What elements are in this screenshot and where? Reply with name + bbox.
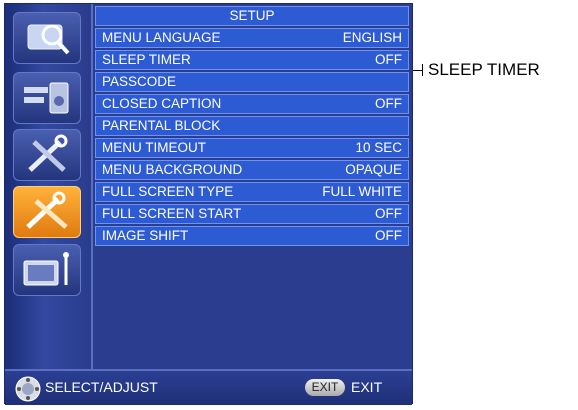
menu-item[interactable]: FULL SCREEN START OFF xyxy=(95,204,409,224)
tools-icon[interactable] xyxy=(13,129,81,181)
select-adjust-hint: SELECT/ADJUST xyxy=(45,379,158,395)
menu-item-label: MENU TIMEOUT xyxy=(102,140,206,155)
menu-item-label: CLOSED CAPTION xyxy=(102,96,222,111)
menu-item-value: OPAQUE xyxy=(345,162,402,177)
menu-item-value: 10 SEC xyxy=(355,140,402,155)
menu-item-label: FULL SCREEN START xyxy=(102,206,242,221)
callout-line xyxy=(413,70,422,71)
menu-item[interactable]: PASSCODE xyxy=(95,72,409,92)
menu-item-label: IMAGE SHIFT xyxy=(102,228,189,243)
menu-item-value: OFF xyxy=(375,52,402,67)
menu-item[interactable]: MENU LANGUAGE ENGLISH xyxy=(95,28,409,48)
menu-title: SETUP xyxy=(95,6,409,26)
menu-item-label: MENU LANGUAGE xyxy=(102,30,221,45)
menu-item-label: FULL SCREEN TYPE xyxy=(102,184,234,199)
footer-bar: SELECT/ADJUST EXIT EXIT xyxy=(5,369,412,405)
menu-item-label: PASSCODE xyxy=(102,74,177,89)
menu-item[interactable]: FULL SCREEN TYPE FULL WHITE xyxy=(95,182,409,202)
exit-button[interactable]: EXIT xyxy=(305,379,345,396)
dial-icon xyxy=(15,376,41,402)
setup-menu-panel: SETUP MENU LANGUAGE ENGLISH SLEEP TIMER OFF… xyxy=(95,6,409,248)
callout-label: SLEEP TIMER xyxy=(428,60,540,79)
menu-item-value: OFF xyxy=(375,96,402,111)
menu-item-value: OFF xyxy=(375,206,402,221)
menu-item[interactable]: IMAGE SHIFT OFF xyxy=(95,226,409,246)
menu-item-label: MENU BACKGROUND xyxy=(102,162,243,177)
menu-item[interactable]: SLEEP TIMER OFF xyxy=(95,50,409,70)
menu-item[interactable]: MENU BACKGROUND OPAQUE xyxy=(95,160,409,180)
menu-item-label: PARENTAL BLOCK xyxy=(102,118,221,133)
osd-menu: SETUP MENU LANGUAGE ENGLISH SLEEP TIMER OFF… xyxy=(4,3,413,405)
menu-item-value: ENGLISH xyxy=(342,30,402,45)
menu-item[interactable]: PARENTAL BLOCK xyxy=(95,116,409,136)
exit-label: EXIT xyxy=(351,379,383,395)
menu-item-value: OFF xyxy=(375,228,402,243)
callout-tick xyxy=(422,64,423,76)
menu-item-label: SLEEP TIMER xyxy=(102,52,191,67)
picture-magnifier-icon[interactable] xyxy=(13,12,81,64)
audio-speaker-icon[interactable] xyxy=(13,72,81,124)
monitor-antenna-icon[interactable] xyxy=(13,244,81,296)
menu-item-value: FULL WHITE xyxy=(322,184,402,199)
menu-item[interactable]: CLOSED CAPTION OFF xyxy=(95,94,409,114)
setup-tools-icon[interactable] xyxy=(13,186,81,238)
menu-item[interactable]: MENU TIMEOUT 10 SEC xyxy=(95,138,409,158)
sidebar xyxy=(5,4,93,369)
